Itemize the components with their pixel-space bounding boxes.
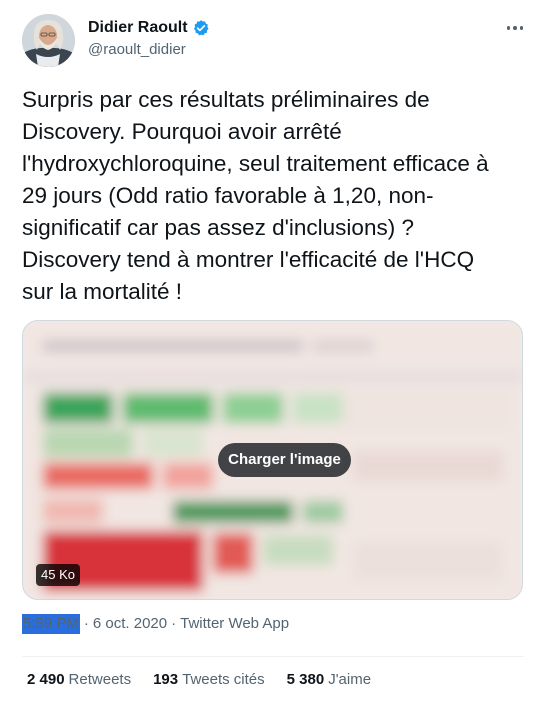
tweet-text: Surpris par ces résultats préliminaires … xyxy=(22,87,489,304)
tweet-header: Didier Raoult @raoult_didier xyxy=(22,14,532,70)
author-block: Didier Raoult @raoult_didier xyxy=(88,18,210,60)
retweets-label: Retweets xyxy=(68,671,132,688)
divider xyxy=(22,656,524,657)
meta-separator: · xyxy=(171,615,177,632)
load-image-button[interactable]: Charger l'image xyxy=(218,443,351,477)
name-row: Didier Raoult xyxy=(88,18,210,38)
meta-separator: · xyxy=(83,615,89,632)
image-size-badge: 45 Ko xyxy=(36,564,80,586)
likes-count: 5 380 xyxy=(286,671,325,688)
author-handle[interactable]: @raoult_didier xyxy=(88,40,210,60)
quote-tweets-stat[interactable]: 193 Tweets cités xyxy=(153,670,265,690)
avatar[interactable] xyxy=(22,14,75,67)
avatar-image xyxy=(22,14,75,67)
retweets-stat[interactable]: 2 490 Retweets xyxy=(27,670,131,690)
tweet-meta: 5:59 PM · 6 oct. 2020 · Twitter Web App xyxy=(22,614,289,634)
quote-tweets-label: Tweets cités xyxy=(182,671,265,688)
media-card[interactable]: Charger l'image 45 Ko xyxy=(22,320,523,600)
likes-stat[interactable]: 5 380 J'aime xyxy=(287,670,371,690)
tweet-stats: 2 490 Retweets 193 Tweets cités 5 380 J'aim… xyxy=(27,670,393,690)
likes-label: J'aime xyxy=(328,671,372,688)
tweet-source-link[interactable]: Twitter Web App xyxy=(180,614,289,634)
author-name[interactable]: Didier Raoult xyxy=(88,18,188,38)
verified-badge-icon xyxy=(193,20,209,36)
retweets-count: 2 490 xyxy=(27,671,65,688)
tweet-date: 6 oct. 2020 xyxy=(92,615,168,632)
more-options-icon[interactable] xyxy=(502,18,528,38)
quote-tweets-count: 193 xyxy=(153,671,179,688)
tweet-time-link[interactable]: 5:59 PM xyxy=(22,614,80,634)
